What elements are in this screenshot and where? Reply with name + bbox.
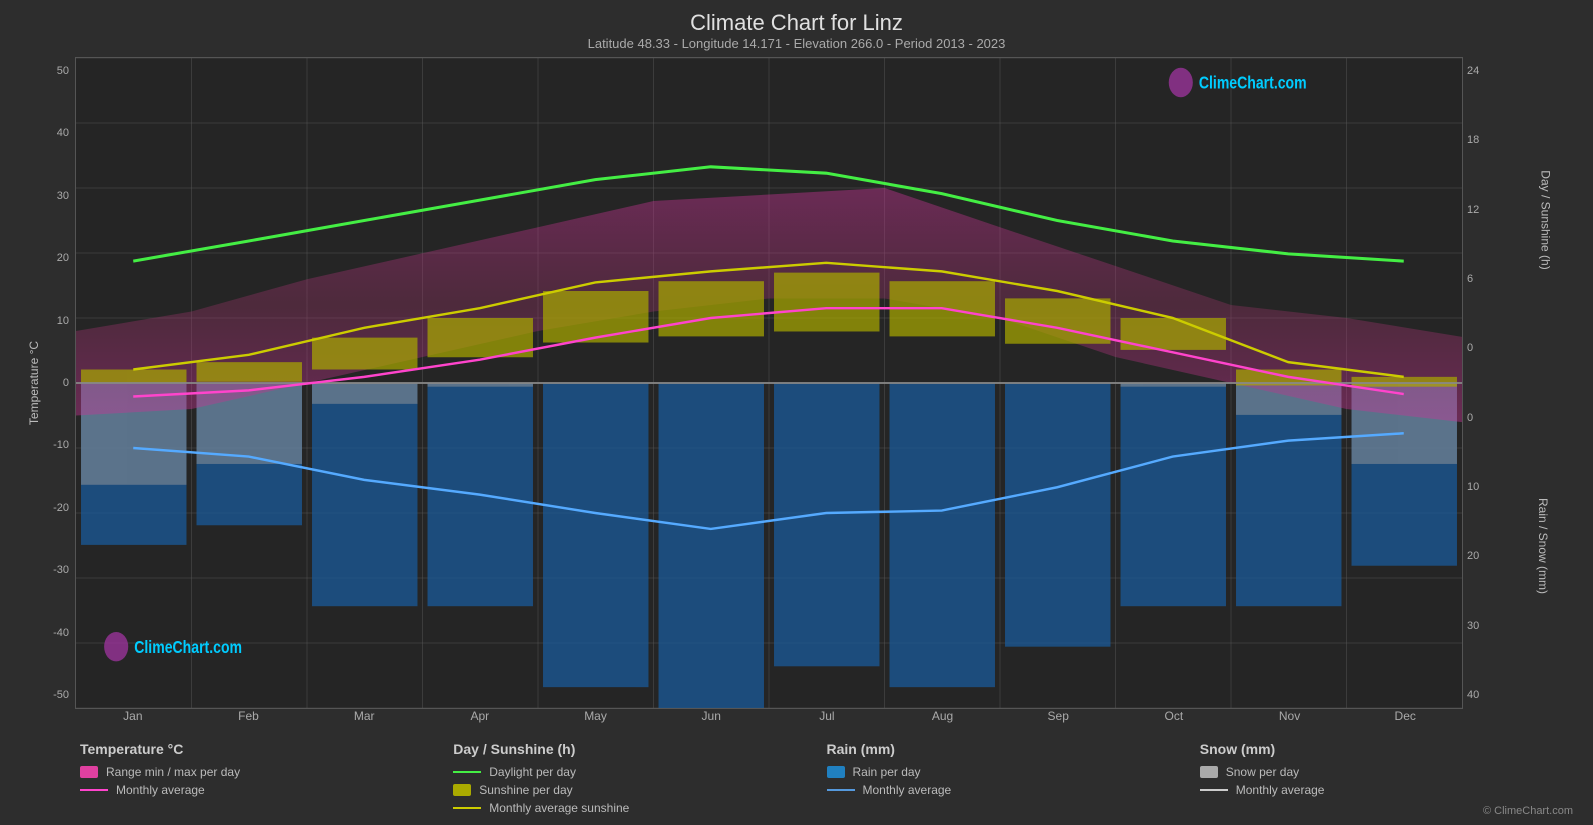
right-axes: 24 18 12 6 0 0 10 20 30 40 Day / Sunshin… — [1463, 57, 1573, 709]
temp-range-swatch — [80, 766, 98, 778]
legend-rain-avg-label: Monthly average — [863, 783, 952, 797]
rtick-12: 12 — [1463, 204, 1479, 216]
title-section: Climate Chart for Linz Latitude 48.33 - … — [20, 10, 1573, 51]
rain-avg-line — [827, 789, 855, 791]
legend-sunshine-bar: Sunshine per day — [453, 783, 826, 797]
legend-daylight-label: Daylight per day — [489, 765, 576, 779]
x-dec: Dec — [1347, 709, 1463, 733]
legend-rain-avg: Monthly average — [827, 783, 1200, 797]
legend-temp-title: Temperature °C — [80, 741, 453, 757]
legend-snow-bar-label: Snow per day — [1226, 765, 1299, 779]
chart-svg: ClimeChart.com ClimeChart.com — [76, 58, 1462, 708]
snow-avg-line — [1200, 789, 1228, 791]
legend-sunshine-avg-label: Monthly average sunshine — [489, 801, 629, 815]
legend-sunshine-avg: Monthly average sunshine — [453, 801, 826, 815]
chart-canvas: ClimeChart.com ClimeChart.com — [75, 57, 1463, 709]
x-oct: Oct — [1116, 709, 1232, 733]
x-apr: Apr — [422, 709, 538, 733]
legend-rain-title: Rain (mm) — [827, 741, 1200, 757]
x-jul: Jul — [769, 709, 885, 733]
right-label-sunshine: Day / Sunshine (h) — [1538, 170, 1552, 269]
x-may: May — [538, 709, 654, 733]
x-mar: Mar — [306, 709, 422, 733]
svg-text:ClimeChart.com: ClimeChart.com — [134, 639, 242, 658]
temp-avg-line — [80, 789, 108, 791]
rtick-18: 18 — [1463, 134, 1479, 146]
ytick-n10: -10 — [20, 439, 75, 451]
legend-snow-avg-label: Monthly average — [1236, 783, 1325, 797]
ytick-n20: -20 — [20, 502, 75, 514]
x-jan: Jan — [75, 709, 191, 733]
legend-temp-range: Range min / max per day — [80, 765, 453, 779]
ytick-40: 40 — [20, 127, 75, 139]
ytick-10: 10 — [20, 315, 75, 327]
ytick-n40: -40 — [20, 627, 75, 639]
x-aug: Aug — [885, 709, 1001, 733]
chart-area: Temperature °C 50 40 30 20 10 0 -10 -20 … — [20, 57, 1573, 709]
legend-daylight: Daylight per day — [453, 765, 826, 779]
legend-snow: Snow (mm) Snow per day Monthly average ©… — [1200, 741, 1573, 815]
daylight-line — [453, 771, 481, 773]
logo-watermark-bottomleft: ClimeChart.com — [104, 632, 242, 661]
page-wrapper: Climate Chart for Linz Latitude 48.33 - … — [0, 0, 1593, 825]
rtick-20: 20 — [1463, 550, 1479, 562]
rtick-0bot: 0 — [1463, 412, 1473, 424]
legend-temp-avg: Monthly average — [80, 783, 453, 797]
rtick-24: 24 — [1463, 65, 1479, 77]
chart-subtitle: Latitude 48.33 - Longitude 14.171 - Elev… — [20, 36, 1573, 51]
legend-temp-avg-label: Monthly average — [116, 783, 205, 797]
rtick-10: 10 — [1463, 481, 1479, 493]
legend-sunshine: Day / Sunshine (h) Daylight per day Suns… — [453, 741, 826, 815]
x-sep: Sep — [1000, 709, 1116, 733]
legend-rain-bar-label: Rain per day — [853, 765, 921, 779]
rtick-30: 30 — [1463, 620, 1479, 632]
rtick-40: 40 — [1463, 689, 1479, 701]
svg-text:ClimeChart.com: ClimeChart.com — [1199, 74, 1307, 93]
legend-snow-avg: Monthly average — [1200, 783, 1573, 797]
snow-swatch — [1200, 766, 1218, 778]
chart-title: Climate Chart for Linz — [20, 10, 1573, 36]
right-ticks: 24 18 12 6 0 0 10 20 30 40 — [1463, 57, 1503, 709]
legend-section: Temperature °C Range min / max per day M… — [20, 733, 1573, 815]
legend-snow-bar: Snow per day — [1200, 765, 1573, 779]
legend-rain: Rain (mm) Rain per day Monthly average — [827, 741, 1200, 815]
x-feb: Feb — [191, 709, 307, 733]
rtick-6: 6 — [1463, 273, 1473, 285]
ytick-n50: -50 — [20, 689, 75, 701]
x-nov: Nov — [1232, 709, 1348, 733]
sunshine-swatch — [453, 784, 471, 796]
right-axis-labels: Day / Sunshine (h) Rain / Snow (mm) — [1503, 57, 1573, 709]
legend-temperature: Temperature °C Range min / max per day M… — [80, 741, 453, 815]
right-label-rain: Rain / Snow (mm) — [1536, 498, 1550, 594]
rtick-0top: 0 — [1463, 342, 1473, 354]
watermark: © ClimeChart.com — [1483, 805, 1573, 817]
y-axis-left: Temperature °C 50 40 30 20 10 0 -10 -20 … — [20, 57, 75, 709]
legend-sunshine-bar-label: Sunshine per day — [479, 783, 572, 797]
x-axis: Jan Feb Mar Apr May Jun Jul Aug Sep Oct … — [75, 709, 1463, 733]
ytick-20: 20 — [20, 252, 75, 264]
ytick-50: 50 — [20, 65, 75, 77]
y-axis-left-label: Temperature °C — [27, 341, 41, 425]
rain-swatch — [827, 766, 845, 778]
legend-snow-title: Snow (mm) — [1200, 741, 1573, 757]
legend-rain-bar: Rain per day — [827, 765, 1200, 779]
legend-sunshine-title: Day / Sunshine (h) — [453, 741, 826, 757]
ytick-n30: -30 — [20, 564, 75, 576]
logo-watermark-topright: ClimeChart.com — [1169, 68, 1307, 97]
sunshine-avg-line — [453, 807, 481, 809]
legend-temp-range-label: Range min / max per day — [106, 765, 240, 779]
ytick-30: 30 — [20, 190, 75, 202]
x-jun: Jun — [653, 709, 769, 733]
